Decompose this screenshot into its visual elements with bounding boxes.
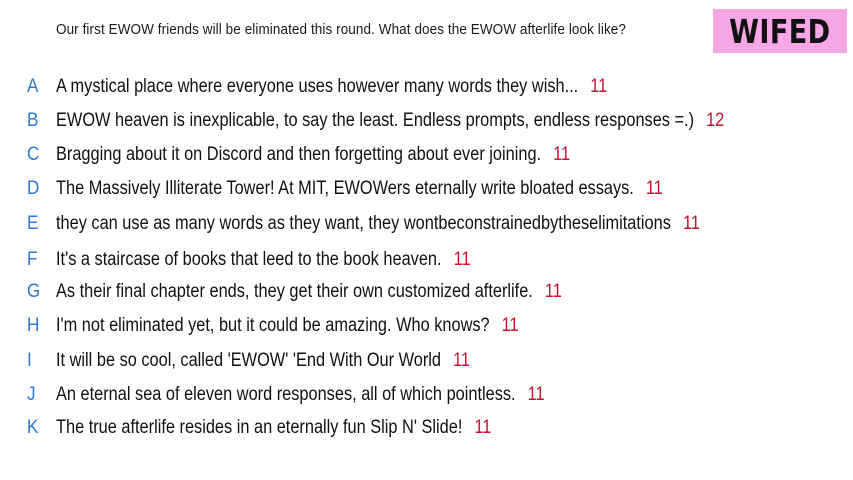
response-letter: J [27, 384, 36, 405]
response-text: As their final chapter ends, they get th… [56, 281, 533, 302]
response-letter: H [27, 315, 40, 336]
response-letter: A [27, 76, 39, 97]
word-count: 11 [553, 144, 571, 165]
word-count: 11 [590, 76, 608, 97]
word-count: 11 [453, 350, 471, 371]
response-letter: F [27, 249, 38, 270]
response-letter: C [27, 144, 40, 165]
contestant-name: WIFED [729, 11, 831, 51]
response-letter: B [27, 110, 39, 131]
word-count: 11 [453, 249, 471, 270]
response-text: An eternal sea of eleven word responses,… [56, 384, 516, 405]
response-text: The true afterlife resides in an eternal… [56, 417, 463, 438]
word-count: 11 [544, 281, 562, 302]
response-letter: I [27, 350, 32, 371]
word-count: 11 [501, 315, 519, 336]
response-text: It will be so cool, called 'EWOW' 'End W… [56, 350, 441, 371]
response-letter: K [27, 417, 39, 438]
response-text: EWOW heaven is inexplicable, to say the … [56, 110, 695, 131]
prompt-text: Our first EWOW friends will be eliminate… [56, 22, 626, 38]
response-text: It's a staircase of books that leed to t… [56, 249, 442, 270]
response-text: they can use as many words as they want,… [56, 213, 671, 234]
response-text: The Massively Illiterate Tower! At MIT, … [56, 178, 634, 199]
response-letter: E [27, 213, 39, 234]
response-text: A mystical place where everyone uses how… [56, 76, 579, 97]
word-count: 11 [527, 384, 545, 405]
word-count: 11 [474, 417, 492, 438]
response-letter: D [27, 178, 40, 199]
word-count: 11 [645, 178, 663, 199]
word-count: 11 [682, 213, 700, 234]
contestant-badge: WIFED [713, 9, 847, 53]
response-text: I'm not eliminated yet, but it could be … [56, 315, 490, 336]
word-count: 12 [706, 110, 725, 131]
response-letter: G [27, 281, 41, 302]
response-text: Bragging about it on Discord and then fo… [56, 144, 542, 165]
